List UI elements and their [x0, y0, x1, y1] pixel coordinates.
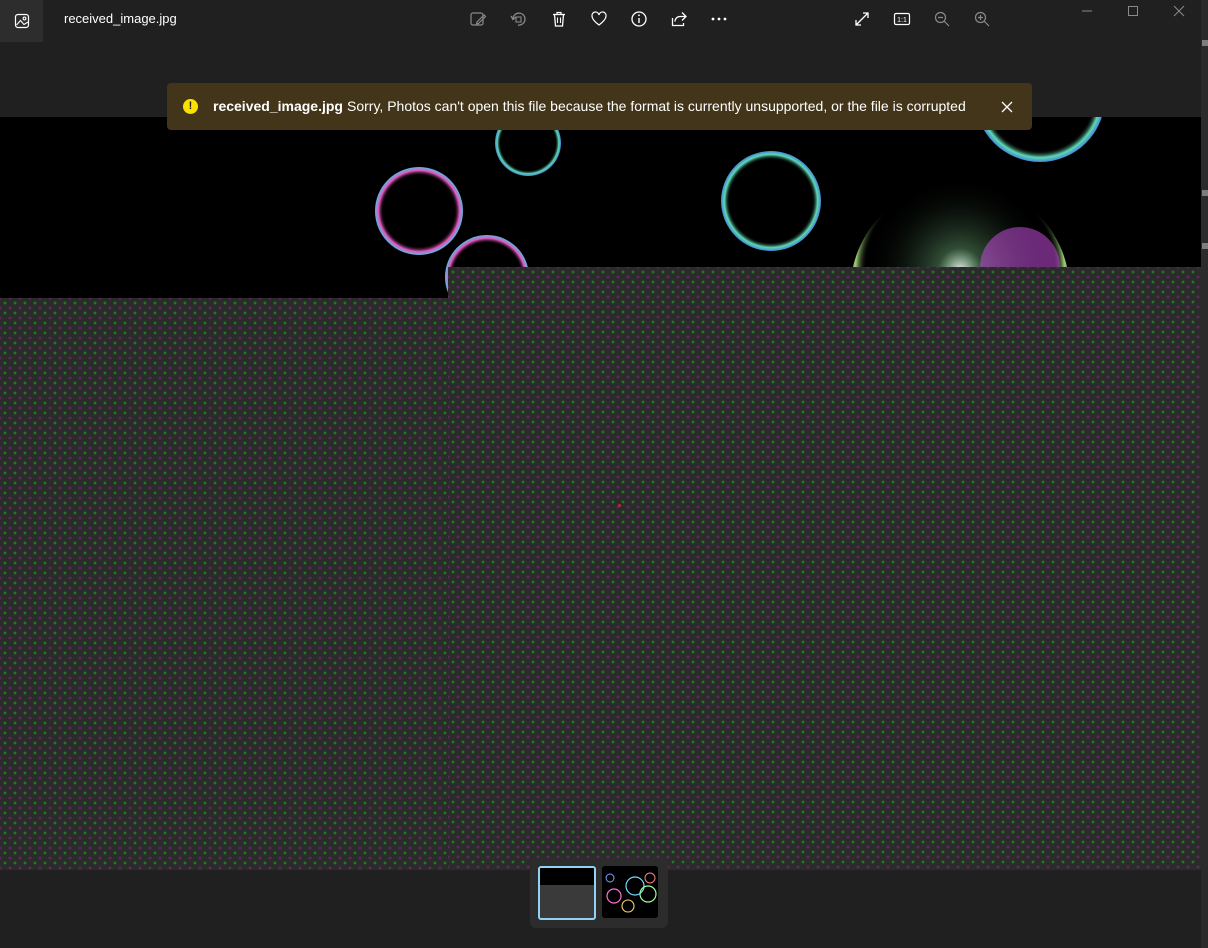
- minimize-button[interactable]: [1064, 0, 1110, 22]
- background-window-edge: [1201, 0, 1208, 948]
- maximize-button[interactable]: [1110, 0, 1156, 22]
- edit-image-icon[interactable]: [463, 6, 493, 32]
- close-icon: [1001, 101, 1013, 113]
- notification-filename: received_image.jpg: [213, 98, 343, 114]
- title-bar: received_image.jpg 1:1: [0, 0, 1201, 42]
- actual-size-label: 1:1: [897, 17, 907, 24]
- filmstrip-thumbnail-current[interactable]: [538, 866, 596, 920]
- window-title: received_image.jpg: [64, 11, 177, 26]
- share-icon[interactable]: [664, 6, 694, 32]
- photos-window: received_image.jpg 1:1 ! received_image.…: [0, 0, 1201, 948]
- rotate-icon[interactable]: [503, 6, 533, 32]
- image-corrupted-region: [448, 267, 1201, 870]
- full-screen-icon[interactable]: [847, 6, 877, 32]
- warning-icon: !: [183, 99, 198, 114]
- close-window-button[interactable]: [1156, 0, 1202, 22]
- actual-size-icon[interactable]: 1:1: [887, 6, 917, 32]
- delete-icon[interactable]: [544, 6, 574, 32]
- info-icon[interactable]: [624, 6, 654, 32]
- filmstrip-thumbnail-bubbles[interactable]: [602, 866, 658, 918]
- zoom-out-icon[interactable]: [927, 6, 957, 32]
- zoom-in-icon[interactable]: [967, 6, 997, 32]
- image-corrupted-region: [0, 298, 448, 870]
- image-artifact-dot: [618, 504, 621, 507]
- more-options-icon[interactable]: [704, 6, 734, 32]
- filmstrip: [530, 858, 668, 928]
- favorite-heart-icon[interactable]: [584, 6, 614, 32]
- notification-message: Sorry, Photos can't open this file becau…: [347, 98, 966, 114]
- photos-app-icon[interactable]: [0, 0, 43, 42]
- notification-close-button[interactable]: [995, 95, 1019, 119]
- error-notification: ! received_image.jpg Sorry, Photos can't…: [167, 83, 1032, 130]
